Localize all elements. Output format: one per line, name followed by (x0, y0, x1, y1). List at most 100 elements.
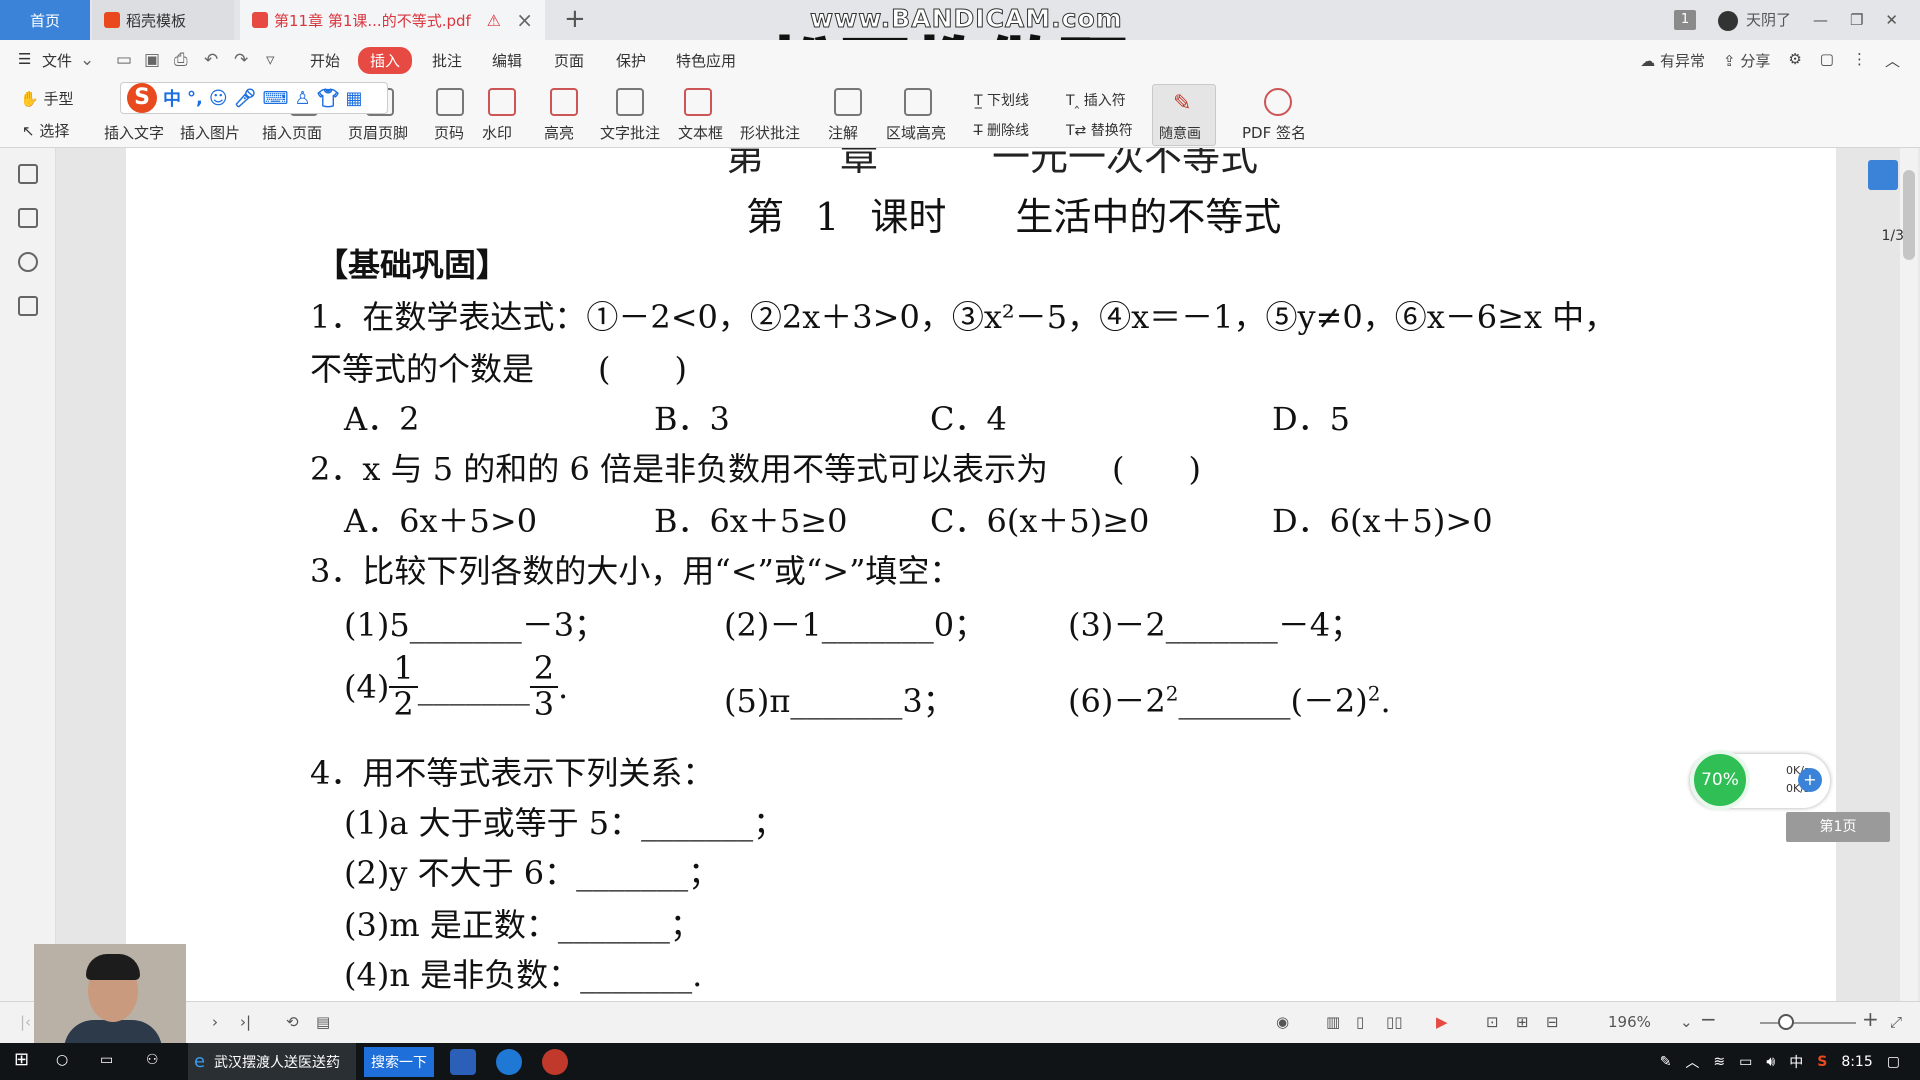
annotation-list-icon[interactable] (18, 252, 38, 272)
edge-search-box[interactable]: e 武汉摆渡人送医送药 (188, 1043, 356, 1080)
scrollbar-thumb[interactable] (1903, 170, 1915, 260)
insert-mark-button[interactable]: T‸ 插入符 (1066, 90, 1126, 110)
punctuation-icon[interactable]: °, (187, 88, 203, 109)
ime-indicator[interactable]: 中 (1789, 1052, 1803, 1072)
page-number-button[interactable]: 页码 (434, 122, 464, 143)
next-page-icon[interactable]: › (212, 1013, 218, 1031)
outline-icon[interactable] (18, 164, 38, 184)
insert-text-button[interactable]: 插入文字 (104, 122, 164, 143)
network-speed-widget[interactable]: 70% 0K/s 0K/s + (1690, 750, 1830, 810)
ime-toolbar[interactable]: S 中 °, ☺ 🎤︎ ⌨ ♙ 👕︎ ▦ (120, 82, 388, 114)
fullscreen-icon[interactable]: ⤢ (1890, 1013, 1902, 1031)
thumbnail-icon[interactable] (18, 208, 38, 228)
network-icon[interactable]: ≋ (1713, 1054, 1725, 1070)
undo-icon[interactable]: ↶ (204, 50, 218, 70)
hamburger-icon[interactable]: ☰ (18, 50, 31, 68)
eye-care-icon[interactable]: ◉ (1276, 1013, 1289, 1031)
redo-icon[interactable]: ↷ (234, 50, 248, 70)
last-page-icon[interactable]: ›| (240, 1013, 251, 1031)
highlight-button[interactable]: 高亮 (544, 122, 574, 143)
header-footer-button[interactable]: 页眉页脚 (348, 122, 408, 143)
voice-icon[interactable]: 🎤︎ (234, 88, 257, 109)
notification-icon[interactable]: ▢ (1887, 1054, 1900, 1070)
fit-page-icon[interactable]: ⊞ (1516, 1013, 1529, 1031)
menu-insert[interactable]: 插入 (358, 47, 413, 74)
weather-status[interactable]: 天阴了 (1717, 9, 1791, 31)
plus-icon[interactable]: + (1798, 768, 1822, 792)
ie-app-icon[interactable] (496, 1049, 522, 1075)
zoom-in-icon[interactable]: + (1862, 1007, 1879, 1031)
volume-icon[interactable]: 🔊︎ (1766, 1054, 1775, 1070)
show-hidden-icon[interactable]: ︿ (1685, 1052, 1699, 1072)
menu-file[interactable]: 文件 (42, 50, 72, 71)
clock[interactable]: 8:15 (1841, 1054, 1872, 1070)
cortana-icon[interactable]: ○ (56, 1052, 68, 1068)
windows-start-icon[interactable]: ⊞ (14, 1049, 29, 1070)
ime-chinese-toggle[interactable]: 中 (163, 85, 181, 111)
settings-icon[interactable]: ⚙ (1788, 50, 1801, 71)
underline-button[interactable]: T̲ 下划线 (974, 90, 1029, 110)
sogou-tray-icon[interactable]: S (1817, 1054, 1827, 1070)
task-view-icon[interactable]: ▭ (100, 1052, 113, 1068)
menu-edit[interactable]: 编辑 (492, 50, 522, 71)
window-count-badge[interactable]: 1 (1673, 10, 1696, 30)
pdf-sign-button[interactable]: PDF 签名 (1242, 122, 1306, 143)
zoom-dropdown-icon[interactable]: ⌄ (1680, 1013, 1693, 1031)
print-icon[interactable]: ⎙ (174, 50, 188, 70)
zoom-slider[interactable] (1760, 1022, 1856, 1024)
menu-protect[interactable]: 保护 (616, 50, 646, 71)
minimize-icon[interactable]: — (1813, 11, 1828, 29)
watermark-button[interactable]: 水印 (482, 122, 512, 143)
actual-size-icon[interactable]: ⊡ (1486, 1013, 1499, 1031)
insert-page-button[interactable]: 插入页面 (262, 122, 322, 143)
people-icon[interactable]: ⚇ (146, 1052, 159, 1068)
toolbox-icon[interactable]: ▦ (345, 88, 362, 109)
play-icon[interactable]: ▶ (1436, 1013, 1448, 1031)
skin-icon[interactable]: 👕︎ (317, 88, 340, 109)
attachment-icon[interactable] (18, 296, 38, 316)
emoji-icon[interactable]: ☺ (209, 88, 228, 109)
search-button[interactable]: 搜索一下 (364, 1047, 434, 1077)
select-tool[interactable]: ↖ 选择 (22, 120, 69, 141)
zoom-level[interactable]: 196% (1608, 1013, 1651, 1031)
area-highlight-button[interactable]: 区域高亮 (886, 122, 946, 143)
cloud-status[interactable]: ☁ 有异常 (1640, 50, 1705, 71)
tab-pdf-document[interactable]: 第11章 第1课...的不等式.pdf ⚠ × (240, 0, 545, 40)
wps-app-icon[interactable] (450, 1049, 476, 1075)
document-viewport[interactable]: 第 章 一元一次不等式 第 1 课时 生活中的不等式 【基础巩固】 1．在数学表… (56, 148, 1918, 1001)
save-icon[interactable]: ▣ (144, 50, 160, 70)
strikethrough-button[interactable]: T̶ 删除线 (974, 120, 1029, 140)
chevron-down-icon[interactable]: ⌄ (80, 50, 94, 70)
customize-icon[interactable]: ▿ (266, 50, 275, 70)
float-panel-icon[interactable] (1868, 160, 1898, 190)
share-button[interactable]: ⇪ 分享 (1723, 50, 1770, 71)
user-icon[interactable]: ♙ (294, 88, 310, 109)
zoom-slider-knob[interactable] (1778, 1014, 1794, 1030)
menu-features[interactable]: 特色应用 (676, 50, 736, 71)
vertical-scrollbar[interactable] (1900, 148, 1918, 1001)
replace-mark-button[interactable]: T⇄ 替换符 (1066, 120, 1133, 140)
single-page-view-icon[interactable]: ▥ (1326, 1013, 1340, 1031)
open-folder-icon[interactable]: ▭ (116, 50, 132, 70)
two-page-view-icon[interactable]: ▯▯ (1386, 1013, 1403, 1031)
close-tab-icon[interactable]: × (516, 8, 533, 32)
pages-icon[interactable]: ▤ (316, 1013, 330, 1031)
menu-comment[interactable]: 批注 (432, 50, 462, 71)
close-window-icon[interactable]: ✕ (1885, 11, 1898, 29)
tab-docer-templates[interactable]: 稻壳模板 (92, 0, 234, 40)
fit-width-icon[interactable]: ⊟ (1546, 1013, 1559, 1031)
bandicam-app-icon[interactable] (542, 1049, 568, 1075)
restore-icon[interactable]: ❐ (1850, 11, 1863, 29)
hand-tool[interactable]: ✋ 手型 (20, 88, 73, 109)
menu-page[interactable]: 页面 (554, 50, 584, 71)
pen-tray-icon[interactable]: ✎ (1660, 1054, 1672, 1070)
shape-note-button[interactable]: 形状批注 (740, 122, 800, 143)
zoom-out-icon[interactable]: − (1700, 1007, 1717, 1031)
collapse-ribbon-icon[interactable]: ︿ (1885, 50, 1900, 71)
continuous-view-icon[interactable]: ▯ (1356, 1013, 1364, 1031)
text-note-button[interactable]: 文字批注 (600, 122, 660, 143)
insert-image-button[interactable]: 插入图片 (180, 122, 240, 143)
keyboard-icon[interactable]: ⌨ (262, 88, 288, 109)
new-tab-icon[interactable]: + (564, 4, 586, 34)
battery-icon[interactable]: ▭ (1739, 1054, 1752, 1070)
